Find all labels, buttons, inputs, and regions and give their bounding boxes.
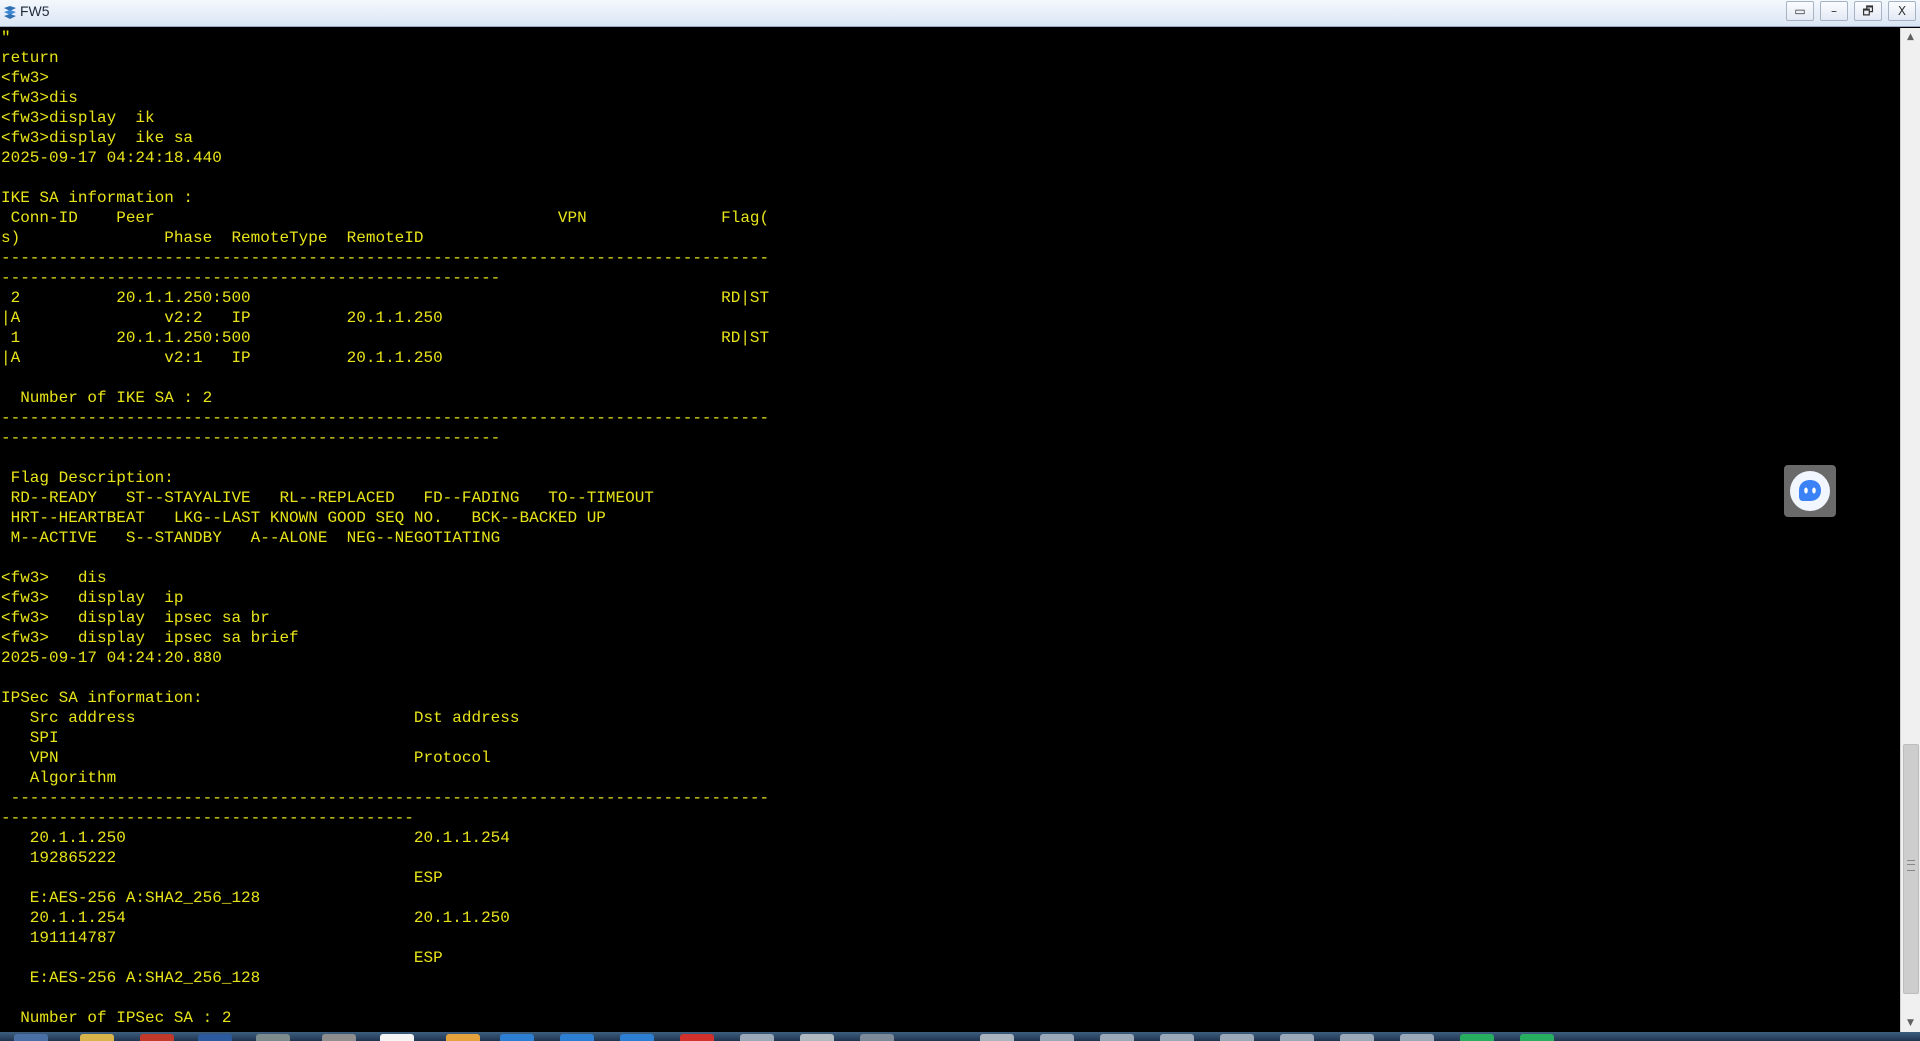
extra-window-button[interactable]: ▭ (1786, 1, 1814, 21)
terminal-line: ESP (1, 869, 443, 887)
terminal-line: 191114787 (1, 929, 117, 947)
terminal-line: IKE SA information : (1, 189, 194, 207)
vertical-scrollbar[interactable]: ▲ ▼ (1900, 28, 1920, 1032)
terminal-line: ----------------------------------------… (1, 249, 770, 267)
taskbar-item[interactable] (140, 1034, 174, 1041)
terminal-line: SPI (1, 729, 59, 747)
taskbar-item[interactable] (80, 1034, 114, 1041)
terminal-line: " (1, 29, 11, 47)
terminal-line: <fw3>display ike sa (1, 129, 194, 147)
taskbar-item[interactable] (800, 1034, 834, 1041)
taskbar-item[interactable] (680, 1034, 714, 1041)
terminal-line: ESP (1, 949, 443, 967)
terminal-line: ----------------------------------------… (1, 409, 770, 427)
terminal-line: |A v2:1 IP 20.1.1.250 (1, 349, 443, 367)
terminal-line: E:AES-256 A:SHA2_256_128 (1, 969, 261, 987)
terminal-line: <fw3>display ik (1, 109, 155, 127)
taskbar-item[interactable] (256, 1034, 290, 1041)
taskbar-item[interactable] (980, 1034, 1014, 1041)
terminal-line: Number of IKE SA : 2 (1, 389, 213, 407)
terminal-line: ----------------------------------------… (1, 269, 501, 287)
terminal-line: <fw3> (1, 69, 50, 87)
taskbar-item[interactable] (14, 1034, 48, 1041)
terminal-line: return (1, 49, 59, 67)
terminal-line: IPSec SA information: (1, 689, 203, 707)
terminal-line: Conn-ID Peer VPN Flag( (1, 209, 770, 227)
terminal-window: FW5 ▭ – 🗗 X " return <fw3> <fw3>dis <fw3>dis… (0, 0, 1920, 1041)
taskbar-item[interactable] (1280, 1034, 1314, 1041)
terminal-line: <fw3> dis (1, 569, 107, 587)
terminal-text: " return <fw3> <fw3>dis <fw3>display ik <fw3>… (0, 28, 1900, 1032)
restore-button[interactable]: 🗗 (1854, 1, 1882, 21)
terminal-line: <fw3> display ip (1, 589, 184, 607)
taskbar-item[interactable] (1100, 1034, 1134, 1041)
taskbar-item[interactable] (620, 1034, 654, 1041)
terminal-line: 20.1.1.254 20.1.1.250 (1, 909, 510, 927)
taskbar-item[interactable] (740, 1034, 774, 1041)
close-button[interactable]: X (1888, 1, 1916, 21)
chat-bubble-icon (1790, 471, 1830, 511)
terminal-line: ----------------------------------------… (1, 809, 414, 827)
title-bar[interactable]: FW5 ▭ – 🗗 X (0, 0, 1920, 27)
terminal-line: s) Phase RemoteType RemoteID (1, 229, 424, 247)
terminal-line: 2 20.1.1.250:500 RD|ST (1, 289, 770, 307)
taskbar (0, 1032, 1920, 1041)
terminal-line: |A v2:2 IP 20.1.1.250 (1, 309, 443, 327)
terminal-line: 2025-09-17 04:24:18.440 (1, 149, 222, 167)
taskbar-item[interactable] (198, 1034, 232, 1041)
window-title: FW5 (20, 3, 50, 19)
terminal-line: VPN Protocol (1, 749, 491, 767)
restore-icon: 🗗 (1862, 4, 1874, 18)
panel-icon: ▭ (1794, 4, 1806, 18)
terminal-line: Algorithm (1, 769, 117, 787)
minimize-icon: – (1831, 4, 1837, 18)
taskbar-item[interactable] (1160, 1034, 1194, 1041)
terminal-line: HRT--HEARTBEAT LKG--LAST KNOWN GOOD SEQ … (1, 509, 606, 527)
terminal-line: ----------------------------------------… (1, 429, 501, 447)
app-logo-icon (4, 6, 16, 19)
taskbar-item[interactable] (1460, 1034, 1494, 1041)
terminal-line: E:AES-256 A:SHA2_256_128 (1, 889, 261, 907)
terminal-line: ----------------------------------------… (1, 789, 770, 807)
terminal-line: <fw3> display ipsec sa brief (1, 629, 299, 647)
terminal-output[interactable]: " return <fw3> <fw3>dis <fw3>display ik <fw3>… (0, 28, 1900, 1032)
scroll-down-icon[interactable]: ▼ (1901, 1014, 1920, 1032)
terminal-line: <fw3> display ipsec sa br (1, 609, 270, 627)
scroll-up-icon[interactable]: ▲ (1901, 28, 1920, 46)
grip-icon (1907, 860, 1915, 871)
terminal-line: <fw3>dis (1, 89, 78, 107)
taskbar-item[interactable] (1340, 1034, 1374, 1041)
terminal-line: Flag Description: (1, 469, 174, 487)
taskbar-item[interactable] (1040, 1034, 1074, 1041)
assistant-chat-button[interactable] (1784, 465, 1836, 517)
taskbar-item[interactable] (1220, 1034, 1254, 1041)
taskbar-item[interactable] (322, 1034, 356, 1041)
taskbar-item[interactable] (560, 1034, 594, 1041)
taskbar-item[interactable] (1520, 1034, 1554, 1041)
terminal-line: Number of IPSec SA : 2 (1, 1009, 232, 1027)
terminal-line: Src address Dst address (1, 709, 520, 727)
taskbar-item[interactable] (1400, 1034, 1434, 1041)
taskbar-item[interactable] (446, 1034, 480, 1041)
minimize-button[interactable]: – (1820, 1, 1848, 21)
taskbar-item[interactable] (860, 1034, 894, 1041)
terminal-line: 20.1.1.250 20.1.1.254 (1, 829, 510, 847)
terminal-line: 2025-09-17 04:24:20.880 (1, 649, 222, 667)
scrollbar-thumb[interactable] (1903, 744, 1919, 994)
terminal-line: 1 20.1.1.250:500 RD|ST (1, 329, 770, 347)
terminal-line: RD--READY ST--STAYALIVE RL--REPLACED FD-… (1, 489, 654, 507)
taskbar-item[interactable] (380, 1034, 414, 1041)
taskbar-item[interactable] (500, 1034, 534, 1041)
close-icon: X (1897, 4, 1907, 18)
terminal-line: 192865222 (1, 849, 117, 867)
terminal-line: M--ACTIVE S--STANDBY A--ALONE NEG--NEGOT… (1, 529, 501, 547)
